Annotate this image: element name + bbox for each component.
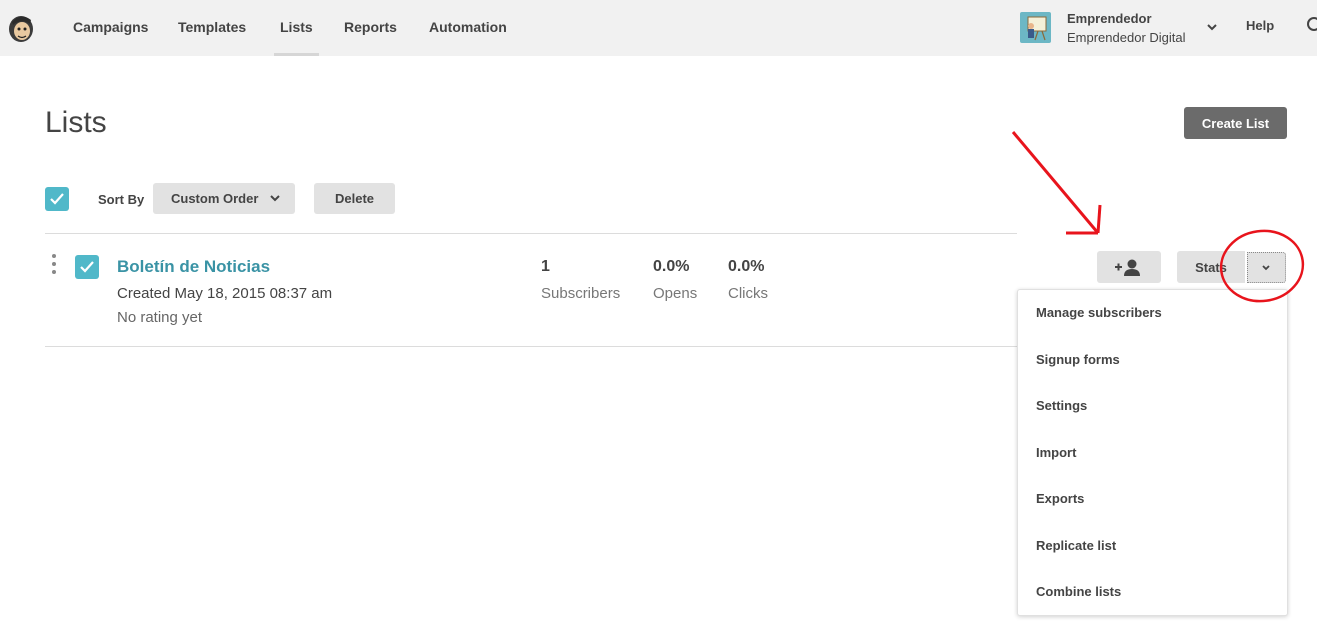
sort-by-label: Sort By xyxy=(98,192,145,207)
nav-lists[interactable]: Lists xyxy=(274,0,319,56)
list-actions-menu: Manage subscribers Signup forms Settings… xyxy=(1017,289,1288,616)
add-subscriber-button[interactable] xyxy=(1097,251,1161,283)
divider xyxy=(45,346,1017,347)
menu-item-replicate-list[interactable]: Replicate list xyxy=(1036,538,1116,553)
annotation-arrow-shaft xyxy=(1011,131,1100,234)
create-list-button[interactable]: Create List xyxy=(1184,107,1287,139)
check-icon xyxy=(50,193,64,205)
nav-reports[interactable]: Reports xyxy=(344,0,397,56)
clicks-rate: 0.0% xyxy=(728,258,765,275)
page-title: Lists xyxy=(45,106,107,139)
delete-button[interactable]: Delete xyxy=(314,183,395,214)
drag-handle-icon[interactable] xyxy=(51,253,57,275)
account-avatar-icon xyxy=(1027,16,1047,41)
nav-templates[interactable]: Templates xyxy=(178,0,246,56)
mailchimp-logo-icon[interactable] xyxy=(6,10,36,44)
chevron-down-icon[interactable] xyxy=(1205,20,1219,34)
menu-item-signup-forms[interactable]: Signup forms xyxy=(1036,352,1120,367)
opens-label: Opens xyxy=(653,285,698,302)
menu-item-manage-subscribers[interactable]: Manage subscribers xyxy=(1036,305,1162,320)
annotation-arrow-head xyxy=(1096,204,1102,234)
account-name[interactable]: Emprendedor xyxy=(1067,11,1152,26)
help-link[interactable]: Help xyxy=(1246,18,1274,33)
list-created-date: Created May 18, 2015 08:37 am xyxy=(117,285,333,302)
account-org[interactable]: Emprendedor Digital xyxy=(1067,30,1186,45)
chevron-down-icon xyxy=(270,195,280,202)
subscribers-count: 1 xyxy=(541,258,550,275)
search-icon[interactable] xyxy=(1305,16,1317,34)
clicks-label: Clicks xyxy=(728,285,768,302)
check-icon xyxy=(80,261,94,273)
list-name-link[interactable]: Boletín de Noticias xyxy=(117,257,270,277)
subscribers-label: Subscribers xyxy=(541,285,621,302)
chevron-down-icon xyxy=(1262,265,1270,271)
stats-button[interactable]: Stats xyxy=(1177,251,1245,283)
opens-rate: 0.0% xyxy=(653,258,690,275)
menu-item-settings[interactable]: Settings xyxy=(1036,398,1087,413)
menu-item-combine-lists[interactable]: Combine lists xyxy=(1036,584,1121,599)
menu-item-exports[interactable]: Exports xyxy=(1036,491,1084,506)
list-actions-dropdown-toggle[interactable] xyxy=(1247,252,1286,283)
list-row-checkbox[interactable] xyxy=(75,255,99,279)
nav-campaigns[interactable]: Campaigns xyxy=(73,0,148,56)
add-subscriber-icon xyxy=(1115,259,1140,276)
sort-select[interactable]: Custom Order xyxy=(153,183,295,214)
avatar[interactable] xyxy=(1020,12,1051,43)
divider xyxy=(45,233,1017,234)
top-nav: Campaigns Templates Lists Reports Automa… xyxy=(0,0,1317,56)
select-all-checkbox[interactable] xyxy=(45,187,69,211)
nav-automation[interactable]: Automation xyxy=(429,0,507,56)
menu-item-import[interactable]: Import xyxy=(1036,445,1076,460)
list-rating: No rating yet xyxy=(117,309,203,326)
sort-select-value: Custom Order xyxy=(171,191,259,206)
